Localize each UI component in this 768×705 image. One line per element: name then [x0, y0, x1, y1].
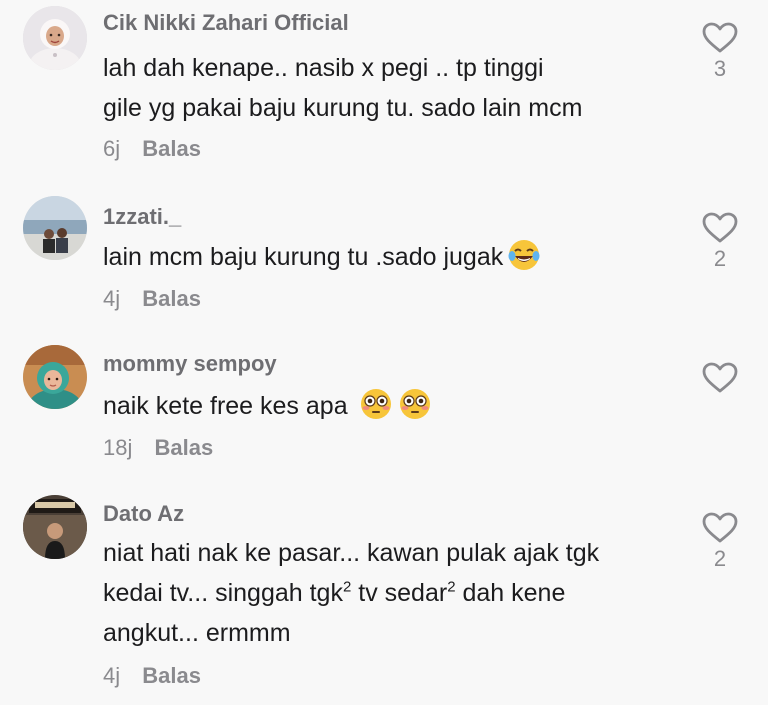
comment-text-body: lain mcm baju kurung tu .sado jugak [103, 243, 504, 271]
comment-text: lain mcm baju kurung tu .sado jugak [103, 237, 683, 277]
like-count: 2 [713, 246, 727, 271]
comment-text: niat hati nak ke pasar... kawan pulak aj… [103, 533, 663, 653]
comment-item: 1zzati._ lain mcm baju kurung tu .sado j… [0, 180, 768, 330]
reply-button[interactable]: Balas [142, 663, 201, 688]
user-avatar[interactable] [23, 196, 87, 260]
comment-username[interactable]: Dato Az [103, 501, 184, 527]
user-avatar[interactable] [23, 495, 87, 559]
comment-username[interactable]: Cik Nikki Zahari Official [103, 10, 349, 36]
reply-button[interactable]: Balas [154, 435, 213, 460]
user-avatar[interactable] [23, 6, 87, 70]
flushed-face-icon [360, 389, 391, 419]
comment-text-superscript: 2 [447, 578, 456, 596]
heart-outline-icon [702, 362, 738, 393]
like-button[interactable]: 3 [700, 22, 740, 82]
comment-meta: 18j Balas [103, 435, 213, 461]
comment-time: 4j [103, 286, 121, 311]
avatar-couple-lake-icon [23, 196, 87, 260]
comment-time: 18j [103, 435, 133, 460]
face-with-tears-of-joy-icon [508, 240, 540, 270]
comment-meta: 4j Balas [103, 286, 201, 312]
comment-text-part: tv sedar [351, 579, 448, 607]
like-count: 2 [713, 546, 727, 571]
user-avatar[interactable] [23, 345, 87, 409]
comment-username[interactable]: 1zzati._ [103, 204, 181, 230]
heart-outline-icon [702, 22, 738, 53]
comment-text: lah dah kenape.. nasib x pegi .. tp ting… [103, 54, 583, 122]
comment-username[interactable]: mommy sempoy [103, 351, 277, 377]
heart-outline-icon [702, 212, 738, 243]
heart-outline-icon [702, 512, 738, 543]
comment-item: mommy sempoy naik kete free kes apa 18j … [0, 330, 768, 480]
comment-time: 4j [103, 663, 121, 688]
like-button[interactable]: 2 [700, 512, 740, 572]
reply-button[interactable]: Balas [142, 286, 201, 311]
avatar-man-cafe-icon [23, 495, 87, 559]
comment-item: Cik Nikki Zahari Official lah dah kenape… [0, 0, 768, 180]
comment-time: 6j [103, 136, 121, 161]
like-button[interactable] [700, 362, 740, 396]
reply-button[interactable]: Balas [142, 136, 201, 161]
comment-text: naik kete free kes apa [103, 386, 683, 426]
avatar-woman-hijab-teal-icon [23, 345, 87, 409]
comment-meta: 6j Balas [103, 136, 201, 162]
avatar-woman-hijab-white-icon [23, 6, 87, 70]
comment-meta: 4j Balas [103, 663, 201, 689]
comment-item: Dato Az niat hati nak ke pasar... kawan … [0, 480, 768, 705]
flushed-face-icon [399, 389, 430, 419]
comment-text-body: naik kete free kes apa [103, 392, 348, 420]
like-count: 3 [713, 56, 727, 81]
like-button[interactable]: 2 [700, 212, 740, 272]
